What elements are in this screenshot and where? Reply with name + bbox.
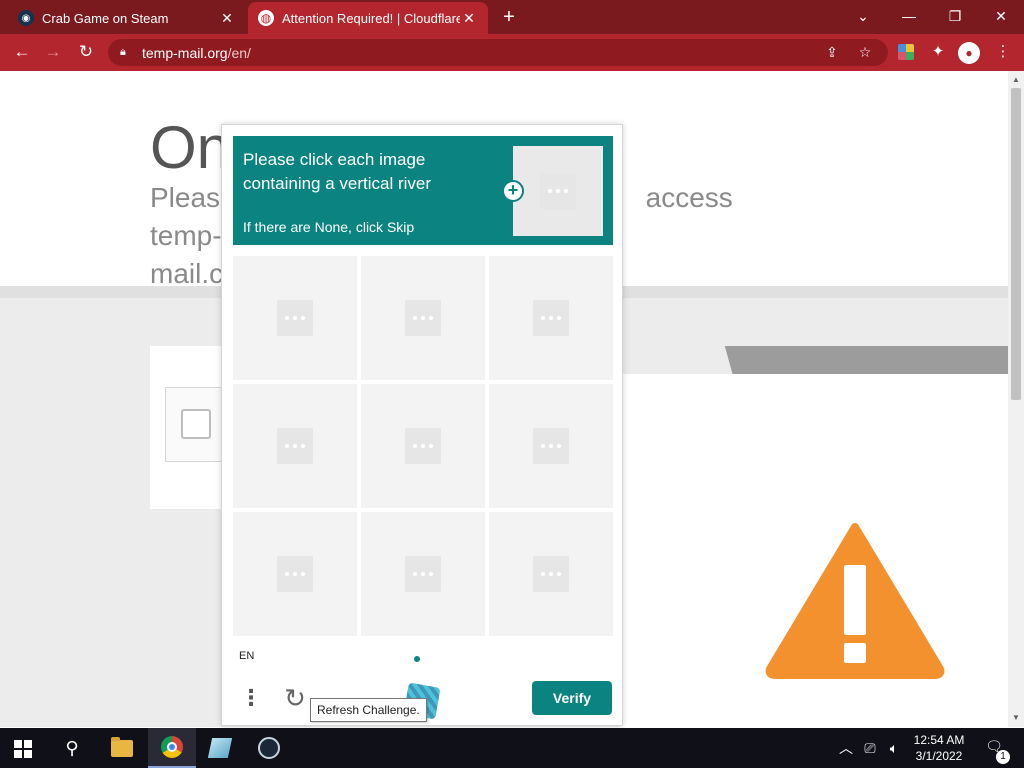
loading-icon	[533, 556, 569, 592]
forward-button[interactable]: →	[41, 40, 65, 64]
lock-icon[interactable]: 🔒︎	[120, 46, 134, 59]
loading-icon	[533, 300, 569, 336]
prompt-text: Please click each image containing a ver…	[243, 150, 432, 193]
loading-icon	[540, 173, 576, 209]
back-button[interactable]: ←	[10, 40, 34, 64]
challenge-progress-dot	[414, 656, 420, 662]
image-tile[interactable]	[361, 384, 485, 508]
extension-color-icon[interactable]	[898, 44, 914, 60]
url-host: temp-mail.org	[142, 44, 228, 61]
image-tile[interactable]	[489, 384, 613, 508]
tab-crab-game[interactable]: ◉ Crab Game on Steam ✕	[8, 2, 246, 34]
warning-icon	[765, 523, 945, 679]
page-title: On	[150, 114, 231, 181]
tab-title: Attention Required! | Cloudflare	[282, 10, 460, 26]
globe-icon: ◍	[258, 10, 274, 26]
captcha-checkbox[interactable]	[181, 409, 211, 439]
tab-strip: ◉ Crab Game on Steam ✕ ◍ Attention Requi…	[0, 0, 1024, 34]
kebab-menu-icon[interactable]: ⋮	[240, 683, 262, 713]
loading-icon	[405, 300, 441, 336]
language-selector[interactable]: EN	[239, 650, 254, 662]
search-icon[interactable]: ⚲	[48, 728, 96, 768]
challenge-prompt: Please click each image containing a ver…	[233, 136, 613, 245]
minimize-button[interactable]: —	[889, 4, 929, 28]
image-tile[interactable]	[233, 256, 357, 380]
scroll-up-icon[interactable]: ▲	[1008, 72, 1024, 88]
restore-button[interactable]: ❐	[935, 4, 975, 28]
volume-icon[interactable]: 🔈︎	[884, 738, 904, 758]
image-tile[interactable]	[361, 512, 485, 636]
plus-icon[interactable]: +	[502, 180, 524, 202]
new-tab-button[interactable]: +	[498, 6, 520, 28]
profile-avatar-icon[interactable]: ●	[958, 42, 980, 64]
image-tile[interactable]	[233, 384, 357, 508]
steam-icon: ◉	[18, 10, 34, 26]
close-window-button[interactable]: ✕	[981, 4, 1021, 28]
notification-badge: 1	[996, 750, 1010, 764]
puzzle-extensions-icon[interactable]: ✦	[926, 40, 950, 64]
reload-button[interactable]: ↻	[74, 40, 98, 64]
loading-icon	[405, 556, 441, 592]
subtitle-line2: mail.c	[150, 258, 224, 289]
bookmark-star-icon[interactable]: ☆	[853, 39, 877, 66]
captcha-challenge-dialog: Please click each image containing a ver…	[221, 124, 623, 726]
tab-close-icon[interactable]: ✕	[218, 10, 236, 27]
kebab-menu-icon[interactable]: ⋮	[991, 40, 1015, 64]
url-path: /en/	[227, 44, 251, 61]
scroll-down-icon[interactable]: ▼	[1008, 710, 1024, 726]
image-tile[interactable]	[489, 256, 613, 380]
clock-date: 3/1/2022	[915, 749, 963, 763]
system-clock[interactable]: 12:54 AM 3/1/2022	[902, 732, 976, 764]
file-explorer-icon[interactable]	[98, 728, 146, 768]
refresh-tooltip: Refresh Challenge.	[310, 698, 427, 722]
image-tile[interactable]	[233, 512, 357, 636]
loading-icon	[405, 428, 441, 464]
network-icon[interactable]: ⎚	[860, 738, 880, 758]
loading-icon	[277, 556, 313, 592]
verify-button[interactable]: Verify	[532, 681, 612, 715]
image-tile[interactable]	[489, 512, 613, 636]
refresh-icon[interactable]: ↻	[280, 683, 310, 713]
loading-icon	[533, 428, 569, 464]
loading-icon	[277, 300, 313, 336]
loading-icon	[277, 428, 313, 464]
tab-close-icon[interactable]: ✕	[460, 10, 478, 27]
windows-start-icon[interactable]	[14, 740, 32, 758]
chevron-up-icon[interactable]: ︿	[836, 738, 856, 758]
tab-title: Crab Game on Steam	[42, 10, 169, 26]
clock-time: 12:54 AM	[913, 733, 965, 747]
browser-toolbar: ← → ↻ 🔒︎ temp-mail.org/en/ ⇪ ☆	[0, 34, 1024, 71]
tab-search-button[interactable]: ⌄	[843, 4, 883, 28]
share-icon[interactable]: ⇪	[820, 39, 844, 66]
scrollbar-thumb[interactable]	[1011, 88, 1021, 400]
example-image[interactable]	[513, 146, 603, 236]
image-tile[interactable]	[361, 256, 485, 380]
tab-cloudflare[interactable]: ◍ Attention Required! | Cloudflare ✕	[248, 2, 488, 34]
chrome-icon[interactable]	[148, 728, 196, 768]
windows-taskbar: ⚲ ︿ ⎚ 🔈︎ 12:54 AM 3/1/2022 🗨︎ 1	[0, 728, 1024, 768]
image-grid	[233, 256, 613, 636]
address-bar[interactable]: 🔒︎ temp-mail.org/en/ ⇪ ☆	[108, 39, 888, 66]
game-icon[interactable]	[196, 728, 244, 768]
steam-icon[interactable]	[245, 728, 293, 768]
prompt-subtext: If there are None, click Skip	[243, 219, 415, 235]
